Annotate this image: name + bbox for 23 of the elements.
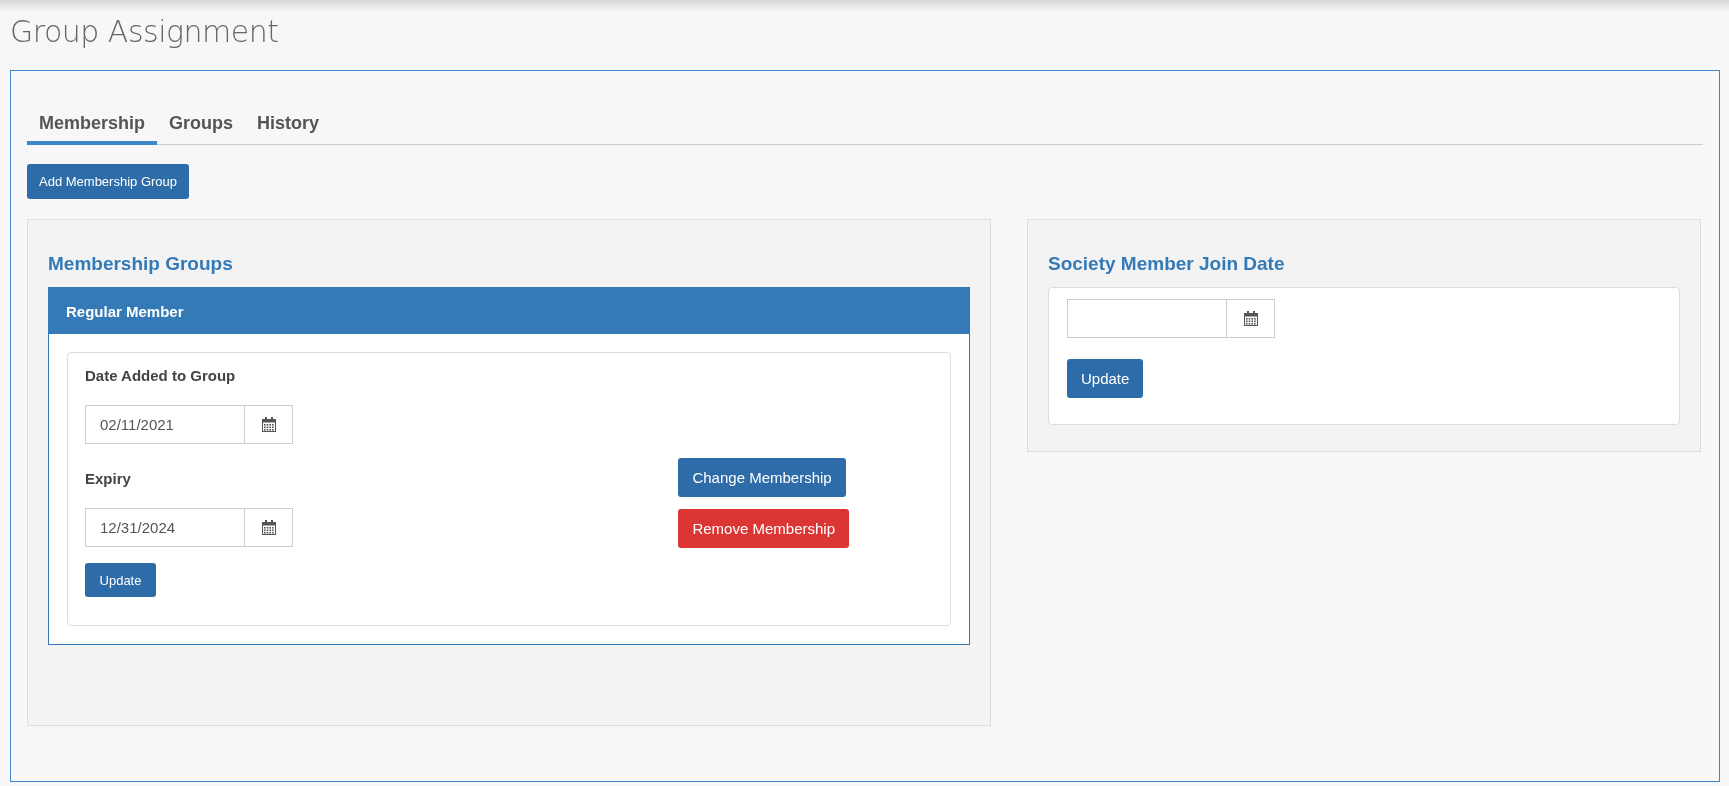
date-input[interactable]: [1067, 299, 1227, 338]
tab[interactable]: History: [245, 91, 332, 145]
calendar-button[interactable]: [245, 405, 293, 444]
calendar-button[interactable]: [1227, 299, 1275, 338]
section-heading: Membership Groups: [48, 253, 234, 275]
calendar-button[interactable]: [245, 508, 293, 547]
calendar-icon[interactable]: [261, 520, 276, 535]
field-label: Expiry: [85, 470, 132, 487]
group-header: Regular Member: [49, 288, 969, 334]
field-label: Date Added to Group: [85, 367, 237, 384]
tab[interactable]: Membership: [27, 91, 158, 145]
update-button[interactable]: Update: [85, 563, 156, 597]
change-button[interactable]: Change Membership: [678, 458, 846, 497]
page-title: Group Assignment: [10, 14, 280, 51]
tab[interactable]: Groups: [157, 91, 246, 145]
date-input[interactable]: 02/11/2021: [85, 405, 245, 444]
add-group-button[interactable]: Add Membership Group: [27, 164, 189, 199]
update-button[interactable]: Update: [1067, 359, 1144, 398]
calendar-icon[interactable]: [1243, 311, 1258, 326]
date-input[interactable]: 12/31/2024: [85, 508, 245, 547]
section-heading: Society Member Join Date: [1048, 253, 1286, 275]
calendar-icon[interactable]: [261, 417, 276, 432]
remove-button[interactable]: Remove Membership: [678, 509, 849, 548]
